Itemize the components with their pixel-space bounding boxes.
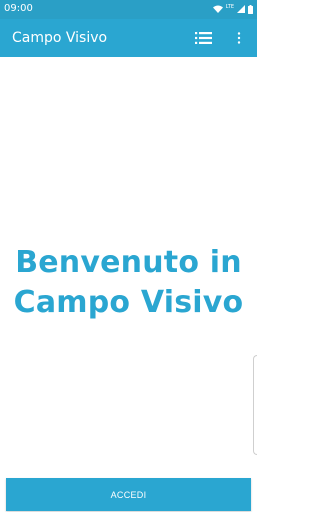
battery-icon	[248, 4, 253, 14]
welcome-heading: Benvenuto in Campo Visivo	[13, 245, 244, 320]
scroll-edge-indicator	[253, 355, 257, 455]
list-icon	[194, 29, 212, 48]
status-bar: 09:00 LTE	[0, 0, 257, 19]
more-options-button[interactable]	[230, 28, 248, 48]
wifi-icon	[212, 5, 223, 13]
app-title: Campo Visivo	[12, 30, 108, 46]
signal-icon	[237, 5, 245, 13]
list-view-button[interactable]	[190, 28, 216, 48]
network-type: LTE	[225, 3, 234, 10]
app-bar: Campo Visivo	[0, 19, 257, 57]
screen: 09:00 LTE Campo Visivo Benvenuto in Camp…	[0, 0, 257, 512]
status-icons: LTE	[212, 3, 253, 15]
more-vert-icon	[237, 29, 241, 48]
status-time: 09:00	[4, 3, 33, 14]
login-button[interactable]: ACCEDI	[6, 478, 251, 511]
